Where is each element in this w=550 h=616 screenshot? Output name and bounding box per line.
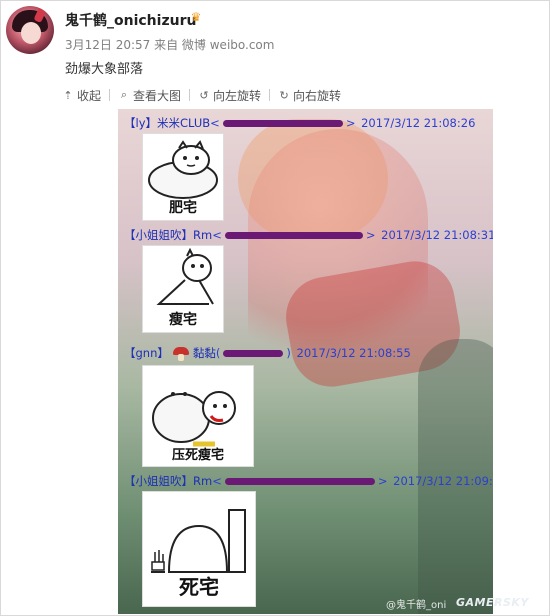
sticker-image: 瘦宅 bbox=[142, 245, 224, 333]
sticker-image: 压死瘦宅 bbox=[142, 365, 254, 467]
sticker-image: 死宅 bbox=[142, 491, 256, 607]
chat-address-close: > bbox=[345, 116, 356, 130]
avatar[interactable] bbox=[6, 6, 54, 54]
chat-nick: 【ly】米米CLUB bbox=[124, 116, 211, 130]
toolbar-divider bbox=[269, 89, 271, 101]
chat-message-header: 【gnn】 黏黏() 2017/3/12 21:08:55 bbox=[124, 345, 411, 361]
chat-address-open: < bbox=[212, 474, 222, 488]
chat-address-close: ) bbox=[286, 346, 291, 360]
chat-nick-secondary: 黏黏 bbox=[192, 346, 216, 360]
view-large-button[interactable]: ⌕ 查看大图 bbox=[118, 87, 181, 104]
chat-timestamp: 2017/3/12 21:09:32 bbox=[393, 474, 493, 488]
toolbar-divider bbox=[189, 89, 191, 101]
sticker-caption: 死宅 bbox=[179, 575, 219, 599]
chat-message-header: 【ly】米米CLUB< > 2017/3/12 21:08:26 bbox=[124, 115, 475, 131]
view-large-label: 查看大图 bbox=[133, 88, 182, 103]
collapse-button[interactable]: ⇡ 收起 bbox=[62, 87, 101, 104]
post-text: 劲爆大象部落 bbox=[65, 62, 144, 77]
collapse-label: 收起 bbox=[77, 88, 102, 103]
chat-address-close: > bbox=[365, 228, 376, 242]
chat-message-header: 【小姐姐吹】Rm< > 2017/3/12 21:09:32 bbox=[124, 473, 493, 489]
member-badge-icon: ♛ bbox=[190, 10, 202, 24]
rotate-left-label: 向左旋转 bbox=[213, 88, 262, 103]
rotate-left-button[interactable]: ↺ 向左旋转 bbox=[198, 87, 261, 104]
sticker-image: 肥宅 bbox=[142, 133, 224, 221]
rotate-right-label: 向右旋转 bbox=[293, 88, 342, 103]
chat-nick: 【小姐姐吹】Rm bbox=[124, 474, 213, 488]
sticker-caption: 压死瘦宅 bbox=[171, 448, 224, 463]
sticker-caption: 瘦宅 bbox=[169, 312, 197, 328]
redaction-mark bbox=[223, 350, 284, 357]
avatar-face bbox=[21, 22, 41, 44]
chat-address-open: < bbox=[212, 228, 222, 242]
chat-nick: 【小姐姐吹】Rm bbox=[124, 228, 213, 242]
watermark: @鬼千鹤_oni bbox=[386, 600, 447, 611]
sticker-caption: 肥宅 bbox=[169, 200, 197, 216]
mushroom-icon bbox=[172, 346, 189, 361]
image-toolbar: ⇡ 收起 ⌕ 查看大图 ↺ 向左旋转 ↻ 向右旋转 bbox=[62, 86, 341, 104]
chat-timestamp: 2017/3/12 21:08:31 bbox=[381, 228, 493, 242]
redaction-mark bbox=[224, 232, 363, 239]
chat-address-open: < bbox=[210, 116, 220, 130]
magnifier-icon: ⌕ bbox=[120, 88, 128, 101]
chat-address-open: ( bbox=[215, 346, 221, 360]
username[interactable]: 鬼千鹤_onichizuru bbox=[65, 10, 196, 30]
rotate-right-button[interactable]: ↻ 向右旋转 bbox=[278, 87, 341, 104]
chat-timestamp: 2017/3/12 21:08:55 bbox=[296, 346, 411, 360]
chat-timestamp: 2017/3/12 21:08:26 bbox=[361, 116, 476, 130]
post-meta: 3月12日 20:57 来自 微博 weibo.com bbox=[65, 38, 275, 52]
chat-message-header: 【小姐姐吹】Rm< > 2017/3/12 21:08:31 bbox=[124, 227, 493, 243]
rotate-left-icon: ↺ bbox=[199, 88, 209, 102]
collapse-icon: ⇡ bbox=[63, 88, 73, 102]
post-image[interactable]: 【ly】米米CLUB< > 2017/3/12 21:08:26 肥宅 【小姐姐吹… bbox=[118, 109, 493, 614]
toolbar-divider bbox=[109, 89, 111, 101]
gamersky-logo: GAMERSKY bbox=[456, 596, 529, 609]
chat-nick: 【gnn】 bbox=[124, 346, 169, 360]
redaction-mark bbox=[224, 478, 375, 485]
rotate-right-icon: ↻ bbox=[279, 88, 289, 102]
redaction-mark bbox=[222, 120, 343, 127]
chat-address-close: > bbox=[377, 474, 388, 488]
